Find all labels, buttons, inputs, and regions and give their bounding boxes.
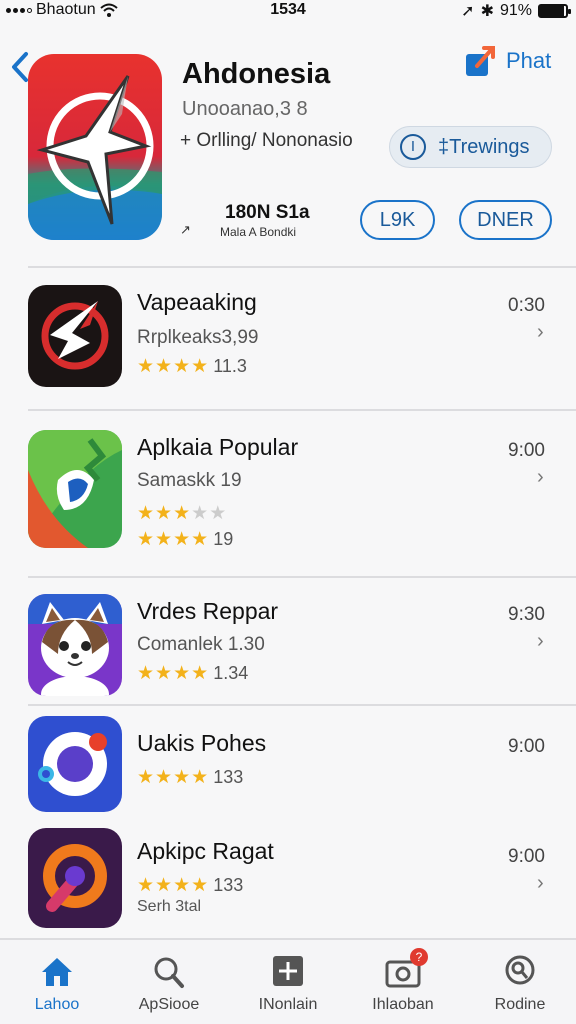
red-star-swirl-icon <box>28 54 162 240</box>
notification-badge: ? <box>410 948 428 966</box>
app-subtitle: Unooanao,3 8 <box>182 98 308 120</box>
tab-label: ApSiooe <box>138 996 200 1013</box>
app-category: + Orlling/ Nononasio <box>180 130 353 152</box>
tab-rodine[interactable]: Rodine <box>465 954 575 1014</box>
app-subtitle: Rrplkeaks3,99 <box>137 327 259 348</box>
green-orange-swirl-icon <box>28 430 122 548</box>
app-time: 9:00 <box>508 440 545 461</box>
chevron-right-icon[interactable]: › <box>537 321 544 344</box>
tab-label: Lahoo <box>34 996 80 1013</box>
app-name: Uakis Pohes <box>137 730 267 756</box>
search-icon <box>154 957 184 988</box>
header-divider <box>28 266 576 268</box>
status-bar: Bhaotun 1534 ➚ ✱ 91% <box>0 0 576 24</box>
category-text: Orlling/ Nononasio <box>196 130 353 151</box>
app-name: Vapeaaking <box>137 289 257 315</box>
tab-label: Ihlaoban <box>372 996 434 1013</box>
app-time: 9:00 <box>508 736 545 757</box>
rating-stars: ★ ★ ★ ★ 11.3 <box>137 356 247 377</box>
battery-icon <box>538 4 571 18</box>
rank-value: 180N S1a <box>225 202 310 223</box>
share-button[interactable]: Phat <box>464 44 551 78</box>
tab-ihlaoban[interactable]: ? Ihlaoban <box>348 948 458 1014</box>
chevron-right-icon[interactable]: › <box>537 872 544 895</box>
status-right: ➚ ✱ 91% <box>461 1 571 21</box>
share-icon <box>466 46 495 76</box>
category-prefix: + <box>180 130 192 151</box>
trending-label: ‡Trewings <box>438 135 530 158</box>
tab-label: Rodine <box>494 996 546 1013</box>
app-time: 0:30 <box>508 295 545 316</box>
plus-box-icon <box>273 956 303 986</box>
rating-stars: ★ ★ ★ ★ ★ <box>137 503 227 524</box>
orange-ring-icon <box>28 828 122 928</box>
rating-stars: ★ ★ ★ ★ 133 <box>137 767 244 788</box>
battery-percent: 91% <box>499 2 532 19</box>
rating-stars: ★ ★ ★ ★ 1.34 <box>137 663 249 684</box>
tab-nonlain[interactable]: INonlain <box>233 954 343 1014</box>
app-subtitle: Samaskk 19 <box>137 470 242 491</box>
rating-text: 133 <box>213 875 244 895</box>
chevron-right-icon[interactable]: › <box>537 630 544 653</box>
rating-text-secondary: 19 <box>213 529 234 549</box>
tab-label: INonlain <box>258 996 318 1013</box>
app-time: 9:30 <box>508 604 545 625</box>
rank-label: Mala A Bondki <box>220 225 297 239</box>
app-extra-text: Serh 3tal <box>137 898 202 915</box>
app-title: Ahdonesia <box>182 58 331 90</box>
app-subtitle: Comanlek 1.30 <box>137 634 265 655</box>
chevron-right-icon[interactable]: › <box>537 466 544 489</box>
app-name: Aplkaia Popular <box>137 434 299 460</box>
rating-stars-secondary: ★ ★ ★ ★ 19 <box>137 529 234 550</box>
lok-button[interactable]: L9K <box>360 200 435 240</box>
rating-text: 1.34 <box>213 663 249 683</box>
location-arrow-icon: ➚ <box>461 3 475 20</box>
app-time: 9:00 <box>508 846 545 867</box>
row-divider <box>28 409 576 411</box>
app-hero-icon <box>28 54 162 240</box>
bluetooth-icon: ✱ <box>480 3 494 20</box>
rating-stars: ★ ★ ★ ★ 133 <box>137 875 244 896</box>
app-name: Vrdes Reppar <box>137 598 279 624</box>
app-name: Apkipc Ragat <box>137 838 274 864</box>
tab-bar: Lahoo ApSiooe INonlain ? Ihlaoban Rodine <box>0 938 576 1024</box>
tab-home[interactable]: Lahoo <box>2 954 112 1014</box>
dner-button[interactable]: DNER <box>459 200 552 240</box>
white-red-arrow-icon <box>28 285 122 387</box>
cat-face-icon <box>28 594 122 696</box>
blue-ring-icon <box>28 716 122 812</box>
share-label: Phat <box>506 48 552 73</box>
rank-arrow-icon: ↗ <box>180 222 191 237</box>
rating-text: 133 <box>213 767 244 787</box>
info-circle-icon: I <box>400 134 426 160</box>
rating-text: 11.3 <box>213 356 247 376</box>
row-divider <box>28 704 576 706</box>
row-divider <box>28 576 576 578</box>
tab-apps[interactable]: ApSiooe <box>114 954 224 1014</box>
magnifier-circle-icon <box>505 955 535 985</box>
trending-button[interactable]: I ‡Trewings <box>389 126 552 168</box>
home-icon <box>42 958 72 986</box>
